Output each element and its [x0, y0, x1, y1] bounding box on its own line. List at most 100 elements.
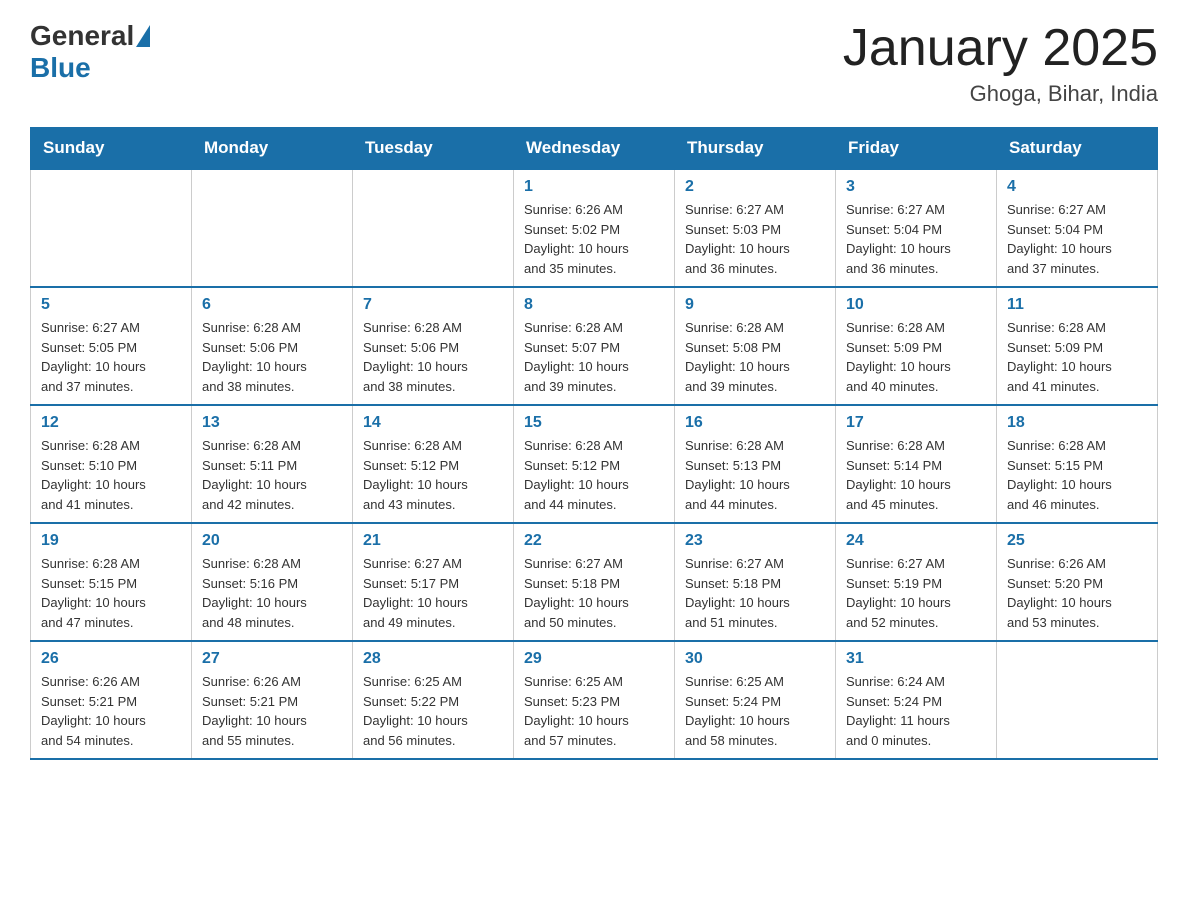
day-number: 24	[846, 532, 986, 550]
day-info: Sunrise: 6:28 AM Sunset: 5:06 PM Dayligh…	[363, 320, 468, 394]
calendar-cell: 17 Sunrise: 6:28 AM Sunset: 5:14 PM Dayli…	[836, 405, 997, 523]
calendar-cell	[192, 169, 353, 287]
weekday-header-row: SundayMondayTuesdayWednesdayThursdayFrid…	[31, 128, 1158, 170]
day-number: 4	[1007, 178, 1147, 196]
day-info: Sunrise: 6:28 AM Sunset: 5:06 PM Dayligh…	[202, 320, 307, 394]
day-info: Sunrise: 6:28 AM Sunset: 5:10 PM Dayligh…	[41, 438, 146, 512]
calendar-cell: 4 Sunrise: 6:27 AM Sunset: 5:04 PM Daylig…	[997, 169, 1158, 287]
day-info: Sunrise: 6:28 AM Sunset: 5:08 PM Dayligh…	[685, 320, 790, 394]
day-number: 13	[202, 414, 342, 432]
calendar-cell: 20 Sunrise: 6:28 AM Sunset: 5:16 PM Dayli…	[192, 523, 353, 641]
calendar-cell: 5 Sunrise: 6:27 AM Sunset: 5:05 PM Daylig…	[31, 287, 192, 405]
calendar-cell: 2Sunrise: 6:27 AM Sunset: 5:03 PM Daylig…	[675, 169, 836, 287]
calendar-cell: 31Sunrise: 6:24 AM Sunset: 5:24 PM Dayli…	[836, 641, 997, 759]
day-number: 9	[685, 296, 825, 314]
day-number: 15	[524, 414, 664, 432]
day-number: 23	[685, 532, 825, 550]
calendar-week-row: 12 Sunrise: 6:28 AM Sunset: 5:10 PM Dayli…	[31, 405, 1158, 523]
calendar-cell: 10 Sunrise: 6:28 AM Sunset: 5:09 PM Dayli…	[836, 287, 997, 405]
calendar-cell: 15 Sunrise: 6:28 AM Sunset: 5:12 PM Dayli…	[514, 405, 675, 523]
day-info: Sunrise: 6:27 AM Sunset: 5:18 PM Dayligh…	[524, 556, 629, 630]
day-info: Sunrise: 6:26 AM Sunset: 5:21 PM Dayligh…	[41, 674, 146, 748]
calendar-cell: 18Sunrise: 6:28 AM Sunset: 5:15 PM Dayli…	[997, 405, 1158, 523]
calendar-cell: 11 Sunrise: 6:28 AM Sunset: 5:09 PM Dayli…	[997, 287, 1158, 405]
day-info: Sunrise: 6:28 AM Sunset: 5:14 PM Dayligh…	[846, 438, 951, 512]
calendar-week-row: 26 Sunrise: 6:26 AM Sunset: 5:21 PM Dayli…	[31, 641, 1158, 759]
day-number: 12	[41, 414, 181, 432]
day-number: 17	[846, 414, 986, 432]
weekday-header-saturday: Saturday	[997, 128, 1158, 170]
day-info: Sunrise: 6:28 AM Sunset: 5:13 PM Dayligh…	[685, 438, 790, 512]
day-number: 19	[41, 532, 181, 550]
day-number: 11	[1007, 296, 1147, 314]
calendar-cell: 1 Sunrise: 6:26 AM Sunset: 5:02 PM Daylig…	[514, 169, 675, 287]
day-info: Sunrise: 6:27 AM Sunset: 5:04 PM Dayligh…	[846, 202, 951, 276]
day-info: Sunrise: 6:26 AM Sunset: 5:21 PM Dayligh…	[202, 674, 307, 748]
day-info: Sunrise: 6:28 AM Sunset: 5:09 PM Dayligh…	[846, 320, 951, 394]
calendar-cell: 24 Sunrise: 6:27 AM Sunset: 5:19 PM Dayli…	[836, 523, 997, 641]
day-number: 25	[1007, 532, 1147, 550]
location-text: Ghoga, Bihar, India	[843, 81, 1158, 107]
day-info: Sunrise: 6:26 AM Sunset: 5:02 PM Dayligh…	[524, 202, 629, 276]
day-info: Sunrise: 6:28 AM Sunset: 5:16 PM Dayligh…	[202, 556, 307, 630]
calendar-cell: 25 Sunrise: 6:26 AM Sunset: 5:20 PM Dayli…	[997, 523, 1158, 641]
day-number: 14	[363, 414, 503, 432]
weekday-header-tuesday: Tuesday	[353, 128, 514, 170]
calendar-cell: 6Sunrise: 6:28 AM Sunset: 5:06 PM Daylig…	[192, 287, 353, 405]
calendar-cell: 8 Sunrise: 6:28 AM Sunset: 5:07 PM Daylig…	[514, 287, 675, 405]
calendar-cell	[353, 169, 514, 287]
day-info: Sunrise: 6:25 AM Sunset: 5:24 PM Dayligh…	[685, 674, 790, 748]
calendar-cell: 3Sunrise: 6:27 AM Sunset: 5:04 PM Daylig…	[836, 169, 997, 287]
day-info: Sunrise: 6:27 AM Sunset: 5:17 PM Dayligh…	[363, 556, 468, 630]
day-number: 8	[524, 296, 664, 314]
calendar-week-row: 5 Sunrise: 6:27 AM Sunset: 5:05 PM Daylig…	[31, 287, 1158, 405]
logo: General Blue	[30, 20, 152, 84]
calendar-week-row: 19 Sunrise: 6:28 AM Sunset: 5:15 PM Dayli…	[31, 523, 1158, 641]
calendar-cell: 14 Sunrise: 6:28 AM Sunset: 5:12 PM Dayli…	[353, 405, 514, 523]
day-info: Sunrise: 6:27 AM Sunset: 5:04 PM Dayligh…	[1007, 202, 1112, 276]
calendar-table: SundayMondayTuesdayWednesdayThursdayFrid…	[30, 127, 1158, 760]
calendar-cell: 16 Sunrise: 6:28 AM Sunset: 5:13 PM Dayli…	[675, 405, 836, 523]
weekday-header-thursday: Thursday	[675, 128, 836, 170]
day-number: 18	[1007, 414, 1147, 432]
calendar-cell: 29 Sunrise: 6:25 AM Sunset: 5:23 PM Dayli…	[514, 641, 675, 759]
calendar-cell: 28Sunrise: 6:25 AM Sunset: 5:22 PM Dayli…	[353, 641, 514, 759]
logo-general-text: General	[30, 20, 134, 52]
day-number: 26	[41, 650, 181, 668]
day-info: Sunrise: 6:28 AM Sunset: 5:12 PM Dayligh…	[363, 438, 468, 512]
day-number: 10	[846, 296, 986, 314]
day-info: Sunrise: 6:27 AM Sunset: 5:03 PM Dayligh…	[685, 202, 790, 276]
day-number: 27	[202, 650, 342, 668]
weekday-header-friday: Friday	[836, 128, 997, 170]
day-info: Sunrise: 6:28 AM Sunset: 5:07 PM Dayligh…	[524, 320, 629, 394]
day-number: 16	[685, 414, 825, 432]
day-number: 29	[524, 650, 664, 668]
day-number: 21	[363, 532, 503, 550]
day-info: Sunrise: 6:25 AM Sunset: 5:23 PM Dayligh…	[524, 674, 629, 748]
day-info: Sunrise: 6:27 AM Sunset: 5:05 PM Dayligh…	[41, 320, 146, 394]
calendar-cell: 9 Sunrise: 6:28 AM Sunset: 5:08 PM Daylig…	[675, 287, 836, 405]
day-number: 5	[41, 296, 181, 314]
title-block: January 2025 Ghoga, Bihar, India	[843, 20, 1158, 107]
weekday-header-wednesday: Wednesday	[514, 128, 675, 170]
day-info: Sunrise: 6:26 AM Sunset: 5:20 PM Dayligh…	[1007, 556, 1112, 630]
day-info: Sunrise: 6:28 AM Sunset: 5:09 PM Dayligh…	[1007, 320, 1112, 394]
day-info: Sunrise: 6:28 AM Sunset: 5:12 PM Dayligh…	[524, 438, 629, 512]
calendar-week-row: 1 Sunrise: 6:26 AM Sunset: 5:02 PM Daylig…	[31, 169, 1158, 287]
calendar-cell	[997, 641, 1158, 759]
day-number: 20	[202, 532, 342, 550]
day-number: 1	[524, 178, 664, 196]
calendar-cell: 27 Sunrise: 6:26 AM Sunset: 5:21 PM Dayli…	[192, 641, 353, 759]
calendar-cell: 21 Sunrise: 6:27 AM Sunset: 5:17 PM Dayli…	[353, 523, 514, 641]
calendar-cell: 13Sunrise: 6:28 AM Sunset: 5:11 PM Dayli…	[192, 405, 353, 523]
calendar-cell: 23Sunrise: 6:27 AM Sunset: 5:18 PM Dayli…	[675, 523, 836, 641]
day-info: Sunrise: 6:28 AM Sunset: 5:15 PM Dayligh…	[41, 556, 146, 630]
calendar-cell: 22Sunrise: 6:27 AM Sunset: 5:18 PM Dayli…	[514, 523, 675, 641]
weekday-header-monday: Monday	[192, 128, 353, 170]
day-number: 30	[685, 650, 825, 668]
calendar-cell: 12 Sunrise: 6:28 AM Sunset: 5:10 PM Dayli…	[31, 405, 192, 523]
day-number: 28	[363, 650, 503, 668]
month-title: January 2025	[843, 20, 1158, 77]
day-info: Sunrise: 6:27 AM Sunset: 5:19 PM Dayligh…	[846, 556, 951, 630]
logo-blue-text: Blue	[30, 52, 91, 83]
